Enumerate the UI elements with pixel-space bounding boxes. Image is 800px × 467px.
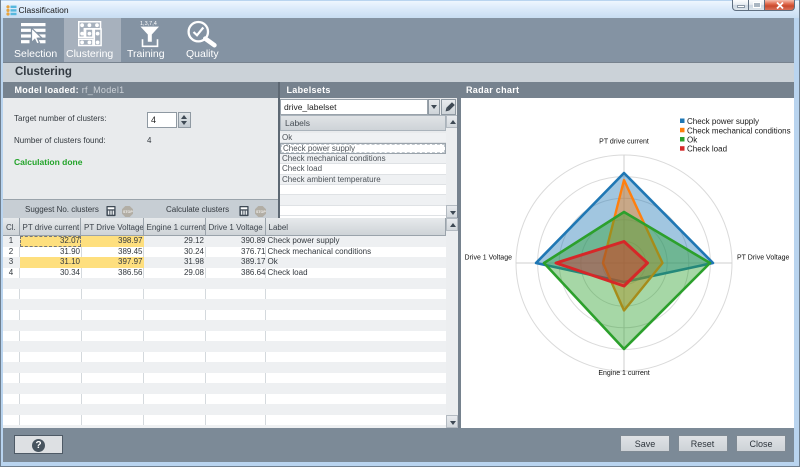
svg-text:PT drive current: PT drive current: [599, 139, 649, 146]
svg-text:Drive 1 Voltage: Drive 1 Voltage: [465, 255, 513, 262]
svg-text:Check load: Check load: [687, 145, 727, 154]
svg-text:Ok: Ok: [687, 136, 698, 145]
svg-text:Check mechanical conditions: Check mechanical conditions: [687, 126, 791, 135]
svg-text:Engine 1 current: Engine 1 current: [598, 370, 649, 377]
svg-text:PT Drive Voltage: PT Drive Voltage: [737, 255, 790, 262]
svg-text:Check power supply: Check power supply: [687, 117, 759, 126]
svg-text:1,3,7,4: 1,3,7,4: [140, 21, 157, 27]
